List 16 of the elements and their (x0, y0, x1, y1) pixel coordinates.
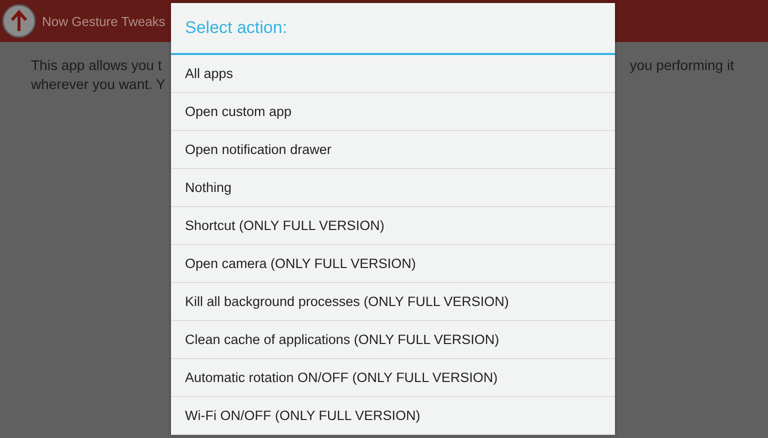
action-option[interactable]: Kill all background processes (ONLY FULL VERSION) (171, 283, 615, 321)
arrow-logo-icon[interactable] (2, 4, 36, 38)
action-option[interactable]: Open notification drawer (171, 131, 615, 169)
description-text: you performing it (630, 56, 734, 75)
app-title: Now Gesture Tweaks (42, 14, 166, 28)
action-option[interactable]: Open custom app (171, 93, 615, 131)
dialog-title: Select action: (171, 3, 615, 55)
action-option[interactable]: Open camera (ONLY FULL VERSION) (171, 245, 615, 283)
action-option[interactable]: Nothing (171, 169, 615, 207)
description-text: This app allows you t (31, 56, 163, 75)
action-option[interactable]: All apps (171, 55, 615, 93)
description-text: wherever you want. Y (31, 75, 166, 94)
action-option[interactable]: Shortcut (ONLY FULL VERSION) (171, 207, 615, 245)
action-option[interactable]: Clean cache of applications (ONLY FULL VERSION) (171, 321, 615, 359)
action-option[interactable]: Automatic rotation ON/OFF (ONLY FULL VERSION) (171, 359, 615, 397)
action-option[interactable]: Wi-Fi ON/OFF (ONLY FULL VERSION) (171, 397, 615, 435)
